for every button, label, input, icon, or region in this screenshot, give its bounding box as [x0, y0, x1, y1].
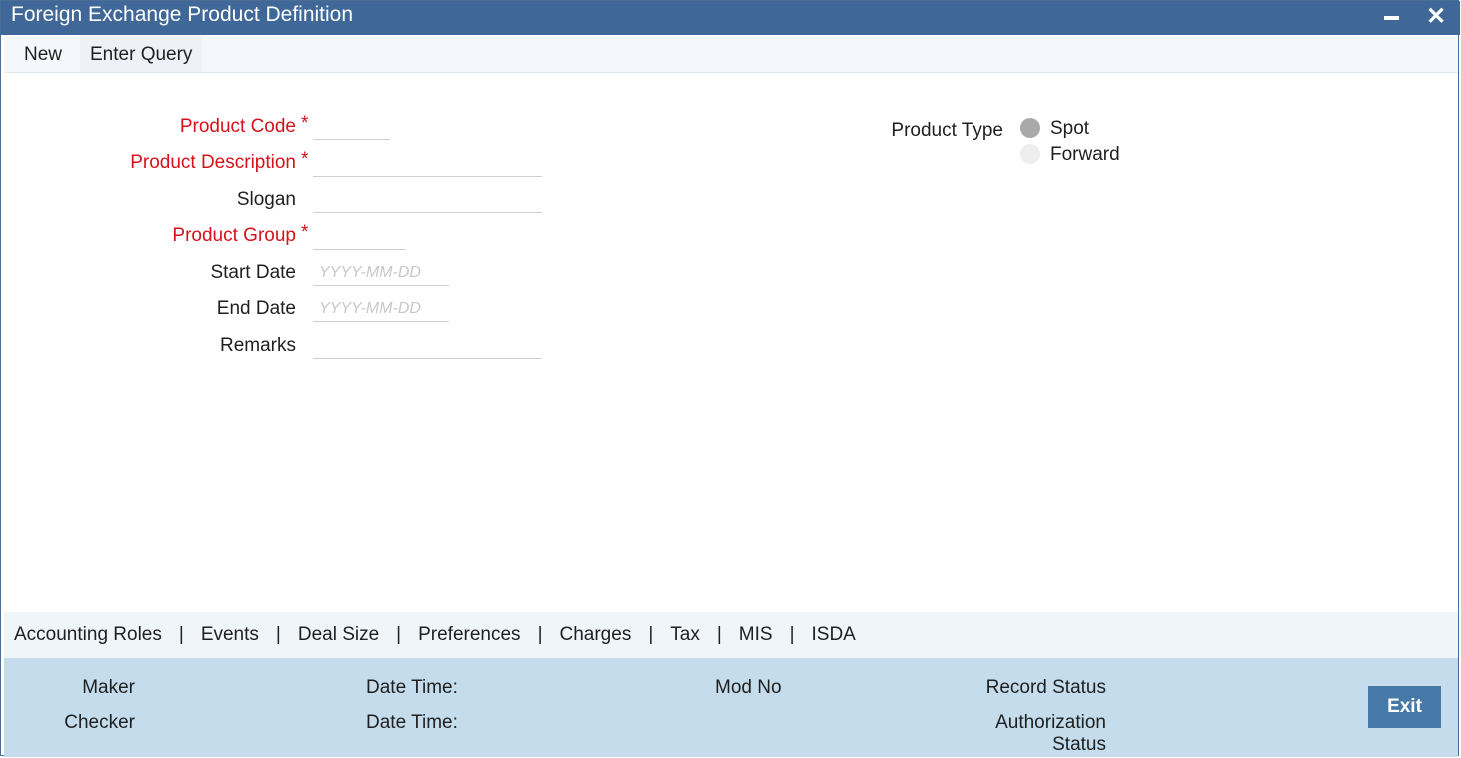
- enter-query-button[interactable]: Enter Query: [80, 36, 203, 72]
- product-group-input[interactable]: [313, 224, 406, 250]
- spot-radio[interactable]: [1020, 118, 1040, 138]
- product-group-required-marker: *: [301, 222, 309, 243]
- tab-separator: |: [789, 624, 795, 645]
- checker-label: Checker: [64, 712, 135, 733]
- forward-radio[interactable]: [1020, 144, 1040, 164]
- maker-date-time-label: Date Time:: [366, 677, 458, 698]
- product-group-label: Product Group: [172, 225, 296, 246]
- subsystem-tabs: Accounting Roles | Events | Deal Size | Prefer…: [14, 624, 856, 646]
- remarks-input[interactable]: [313, 333, 542, 359]
- tab-separator: |: [537, 624, 543, 645]
- end-date-input[interactable]: [313, 296, 449, 322]
- remarks-label: Remarks: [219, 335, 296, 356]
- spot-option-label: Spot: [1050, 118, 1090, 139]
- close-button[interactable]: ✕: [1422, 1, 1450, 31]
- tab-separator: |: [275, 624, 281, 645]
- tab-separator: |: [648, 624, 654, 645]
- authorization-status-label: Authorization Status: [904, 712, 1106, 756]
- tab-isda[interactable]: ISDA: [812, 624, 856, 645]
- window-title: Foreign Exchange Product Definition: [11, 3, 354, 26]
- record-status-label: Record Status: [985, 677, 1106, 698]
- menu-bar: New Enter Query: [4, 36, 1458, 73]
- tab-tax[interactable]: Tax: [670, 624, 700, 645]
- tab-charges[interactable]: Charges: [560, 624, 632, 645]
- subsystem-tabs-bar: Accounting Roles | Events | Deal Size | Prefer…: [4, 612, 1458, 658]
- authorization-status-line1: Authorization: [995, 712, 1106, 733]
- tab-separator: |: [396, 624, 402, 645]
- tab-separator: |: [178, 624, 184, 645]
- product-type-label: Product Type: [891, 120, 1003, 141]
- tab-separator: |: [716, 624, 722, 645]
- exit-button[interactable]: Exit: [1368, 686, 1441, 728]
- audit-footer: Maker Checker Date Time: Date Time: Mod …: [4, 658, 1458, 757]
- authorization-status-line2: Status: [1052, 734, 1106, 755]
- mod-no-label: Mod No: [715, 677, 782, 698]
- start-date-label: Start Date: [210, 262, 296, 283]
- close-icon: ✕: [1425, 2, 1447, 30]
- minimize-icon: [1383, 16, 1399, 20]
- title-bar: Foreign Exchange Product Definition ✕: [1, 1, 1460, 35]
- tab-deal-size[interactable]: Deal Size: [298, 624, 379, 645]
- new-button[interactable]: New: [14, 36, 72, 72]
- product-code-label: Product Code: [179, 116, 296, 137]
- end-date-label: End Date: [216, 298, 296, 319]
- slogan-input[interactable]: [313, 187, 542, 213]
- slogan-label: Slogan: [236, 189, 296, 210]
- product-description-input[interactable]: [313, 151, 542, 177]
- tab-accounting-roles[interactable]: Accounting Roles: [14, 624, 162, 645]
- minimize-button[interactable]: [1377, 1, 1405, 31]
- product-code-input[interactable]: [313, 114, 390, 140]
- tab-events[interactable]: Events: [201, 624, 259, 645]
- start-date-input[interactable]: [313, 260, 449, 286]
- product-code-required-marker: *: [301, 113, 309, 134]
- maker-label: Maker: [82, 677, 135, 698]
- tab-mis[interactable]: MIS: [739, 624, 773, 645]
- forward-option-label: Forward: [1050, 144, 1120, 165]
- fx-product-window: Foreign Exchange Product Definition ✕ Ne…: [0, 0, 1460, 757]
- tab-preferences[interactable]: Preferences: [418, 624, 520, 645]
- checker-date-time-label: Date Time:: [366, 712, 458, 733]
- product-description-required-marker: *: [301, 149, 309, 170]
- product-description-label: Product Description: [130, 152, 296, 173]
